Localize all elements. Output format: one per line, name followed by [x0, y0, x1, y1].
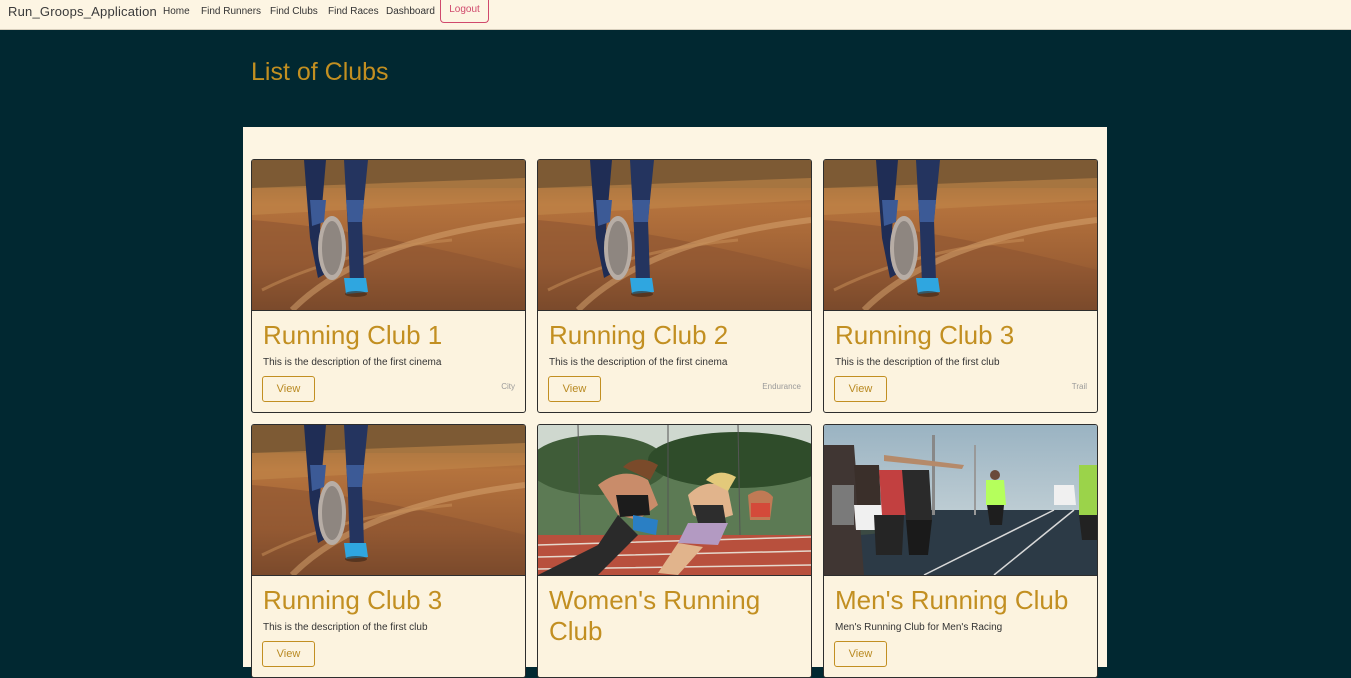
club-image-runner-legs	[538, 160, 811, 311]
nav-home[interactable]: Home	[163, 6, 190, 17]
club-title: Running Club 3	[263, 585, 443, 615]
nav-dashboard[interactable]: Dashboard	[386, 6, 435, 17]
club-card: Men's Running Club Men's Running Club fo…	[823, 424, 1098, 678]
club-image-women-sprinting	[538, 425, 811, 576]
navbar: Run_Groops_Application Home Find Runners…	[0, 0, 1351, 30]
club-card: Running Club 1 This is the description o…	[251, 159, 526, 413]
club-description: This is the description of the first clu…	[835, 357, 1000, 368]
club-card: Running Club 2 This is the description o…	[537, 159, 812, 413]
club-description: This is the description of the first cin…	[549, 357, 728, 368]
club-image-men-high-five	[824, 425, 1097, 576]
brand-link[interactable]: Run_Groops_Application	[8, 4, 157, 19]
view-button[interactable]: View	[834, 641, 887, 667]
club-category: Endurance	[762, 382, 801, 391]
club-card: Running Club 3 This is the description o…	[823, 159, 1098, 413]
view-button[interactable]: View	[834, 376, 887, 402]
view-button[interactable]: View	[262, 641, 315, 667]
club-title: Running Club 2	[549, 320, 729, 350]
club-title: Running Club 3	[835, 320, 1015, 350]
club-image-runner-legs	[824, 160, 1097, 311]
page-title: List of Clubs	[251, 58, 389, 86]
club-title: Women's Running Club	[549, 585, 761, 646]
club-title: Running Club 1	[263, 320, 443, 350]
nav-find-runners[interactable]: Find Runners	[201, 6, 261, 17]
nav-find-clubs[interactable]: Find Clubs	[270, 6, 318, 17]
club-card: Running Club 3 This is the description o…	[251, 424, 526, 678]
club-image-runner-legs	[252, 425, 525, 576]
club-description: This is the description of the first cin…	[263, 357, 442, 368]
club-category: Trail	[1071, 382, 1087, 391]
club-description: Men's Running Club for Men's Racing	[835, 622, 1003, 633]
logout-button[interactable]: Logout	[440, 0, 489, 23]
clubs-panel: Running Club 1 This is the description o…	[243, 127, 1107, 678]
nav-find-races[interactable]: Find Races	[328, 6, 379, 17]
club-title: Men's Running Club	[835, 585, 1069, 615]
club-card: Women's Running Club	[537, 424, 812, 678]
club-image-runner-legs	[252, 160, 525, 311]
club-description: This is the description of the first clu…	[263, 622, 428, 633]
view-button[interactable]: View	[262, 376, 315, 402]
club-category: City	[501, 382, 515, 391]
view-button[interactable]: View	[548, 376, 601, 402]
